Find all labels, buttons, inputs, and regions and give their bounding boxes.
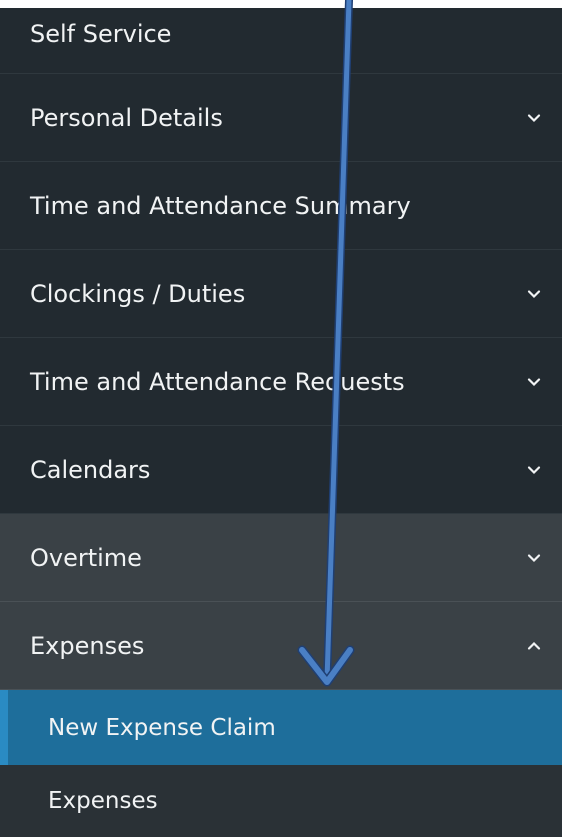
submenu-item-new-expense-claim[interactable]: New Expense Claim — [0, 690, 562, 765]
chevron-down-icon — [527, 553, 541, 562]
menu-item-self-service[interactable]: Self Service — [0, 8, 562, 74]
menu-item-time-attendance-summary[interactable]: Time and Attendance Summary — [0, 162, 562, 250]
chevron-up-icon — [527, 641, 541, 650]
menu-item-label: Expenses — [30, 631, 145, 660]
menu-item-personal-details[interactable]: Personal Details — [0, 74, 562, 162]
menu-item-label: Calendars — [30, 455, 151, 484]
chevron-down-icon — [527, 289, 541, 298]
chevron-down-icon — [527, 113, 541, 122]
chevron-down-icon — [527, 465, 541, 474]
menu-item-clockings-duties[interactable]: Clockings / Duties — [0, 250, 562, 338]
submenu-item-expenses[interactable]: Expenses — [0, 765, 562, 837]
menu-item-time-attendance-requests[interactable]: Time and Attendance Requests — [0, 338, 562, 426]
menu-item-label: Time and Attendance Requests — [30, 367, 405, 396]
submenu-item-label: Expenses — [48, 788, 158, 814]
side-menu: Self Service Personal Details Time and A… — [0, 8, 562, 837]
menu-item-label: Clockings / Duties — [30, 279, 246, 308]
menu-item-overtime[interactable]: Overtime — [0, 514, 562, 602]
menu-item-label: Personal Details — [30, 103, 223, 132]
menu-item-expenses[interactable]: Expenses — [0, 602, 562, 690]
menu-item-label: Overtime — [30, 543, 142, 572]
menu-item-label: Time and Attendance Summary — [30, 191, 411, 220]
chevron-down-icon — [527, 377, 541, 386]
submenu-item-label: New Expense Claim — [48, 714, 276, 741]
menu-item-calendars[interactable]: Calendars — [0, 426, 562, 514]
menu-item-label: Self Service — [30, 20, 172, 48]
